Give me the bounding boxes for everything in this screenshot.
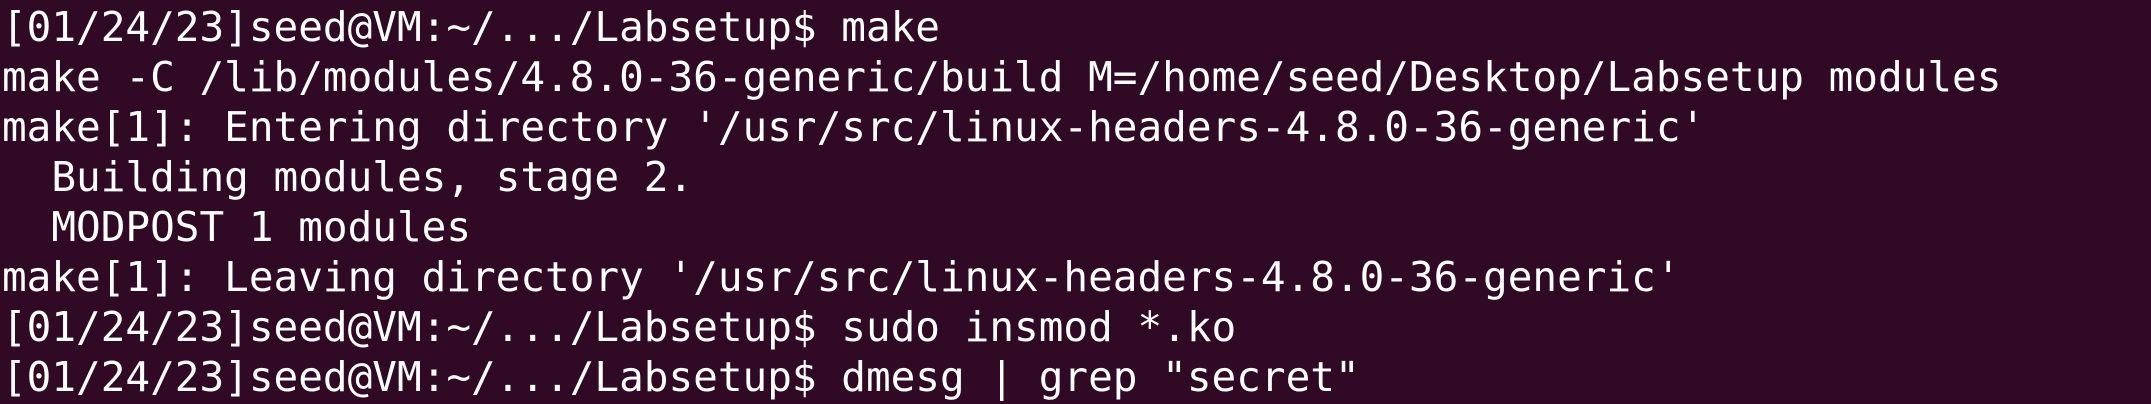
terminal-line-building-modules: Building modules, stage 2. [2, 153, 694, 201]
terminal-line-prompt-insmod: [01/24/23]seed@VM:~/.../Labsetup$ sudo i… [2, 303, 1237, 351]
terminal-line-make-command-output: make -C /lib/modules/4.8.0-36-generic/bu… [2, 53, 2002, 101]
terminal-line-modpost: MODPOST 1 modules [2, 203, 471, 251]
terminal-window[interactable]: [01/24/23]seed@VM:~/.../Labsetup$ make m… [0, 0, 2151, 404]
terminal-line-prompt-make: [01/24/23]seed@VM:~/.../Labsetup$ make [2, 3, 940, 51]
terminal-line-entering-directory: make[1]: Entering directory '/usr/src/li… [2, 103, 1706, 151]
terminal-line-prompt-dmesg: [01/24/23]seed@VM:~/.../Labsetup$ dmesg … [2, 353, 1360, 401]
terminal-line-leaving-directory: make[1]: Leaving directory '/usr/src/lin… [2, 253, 1681, 301]
